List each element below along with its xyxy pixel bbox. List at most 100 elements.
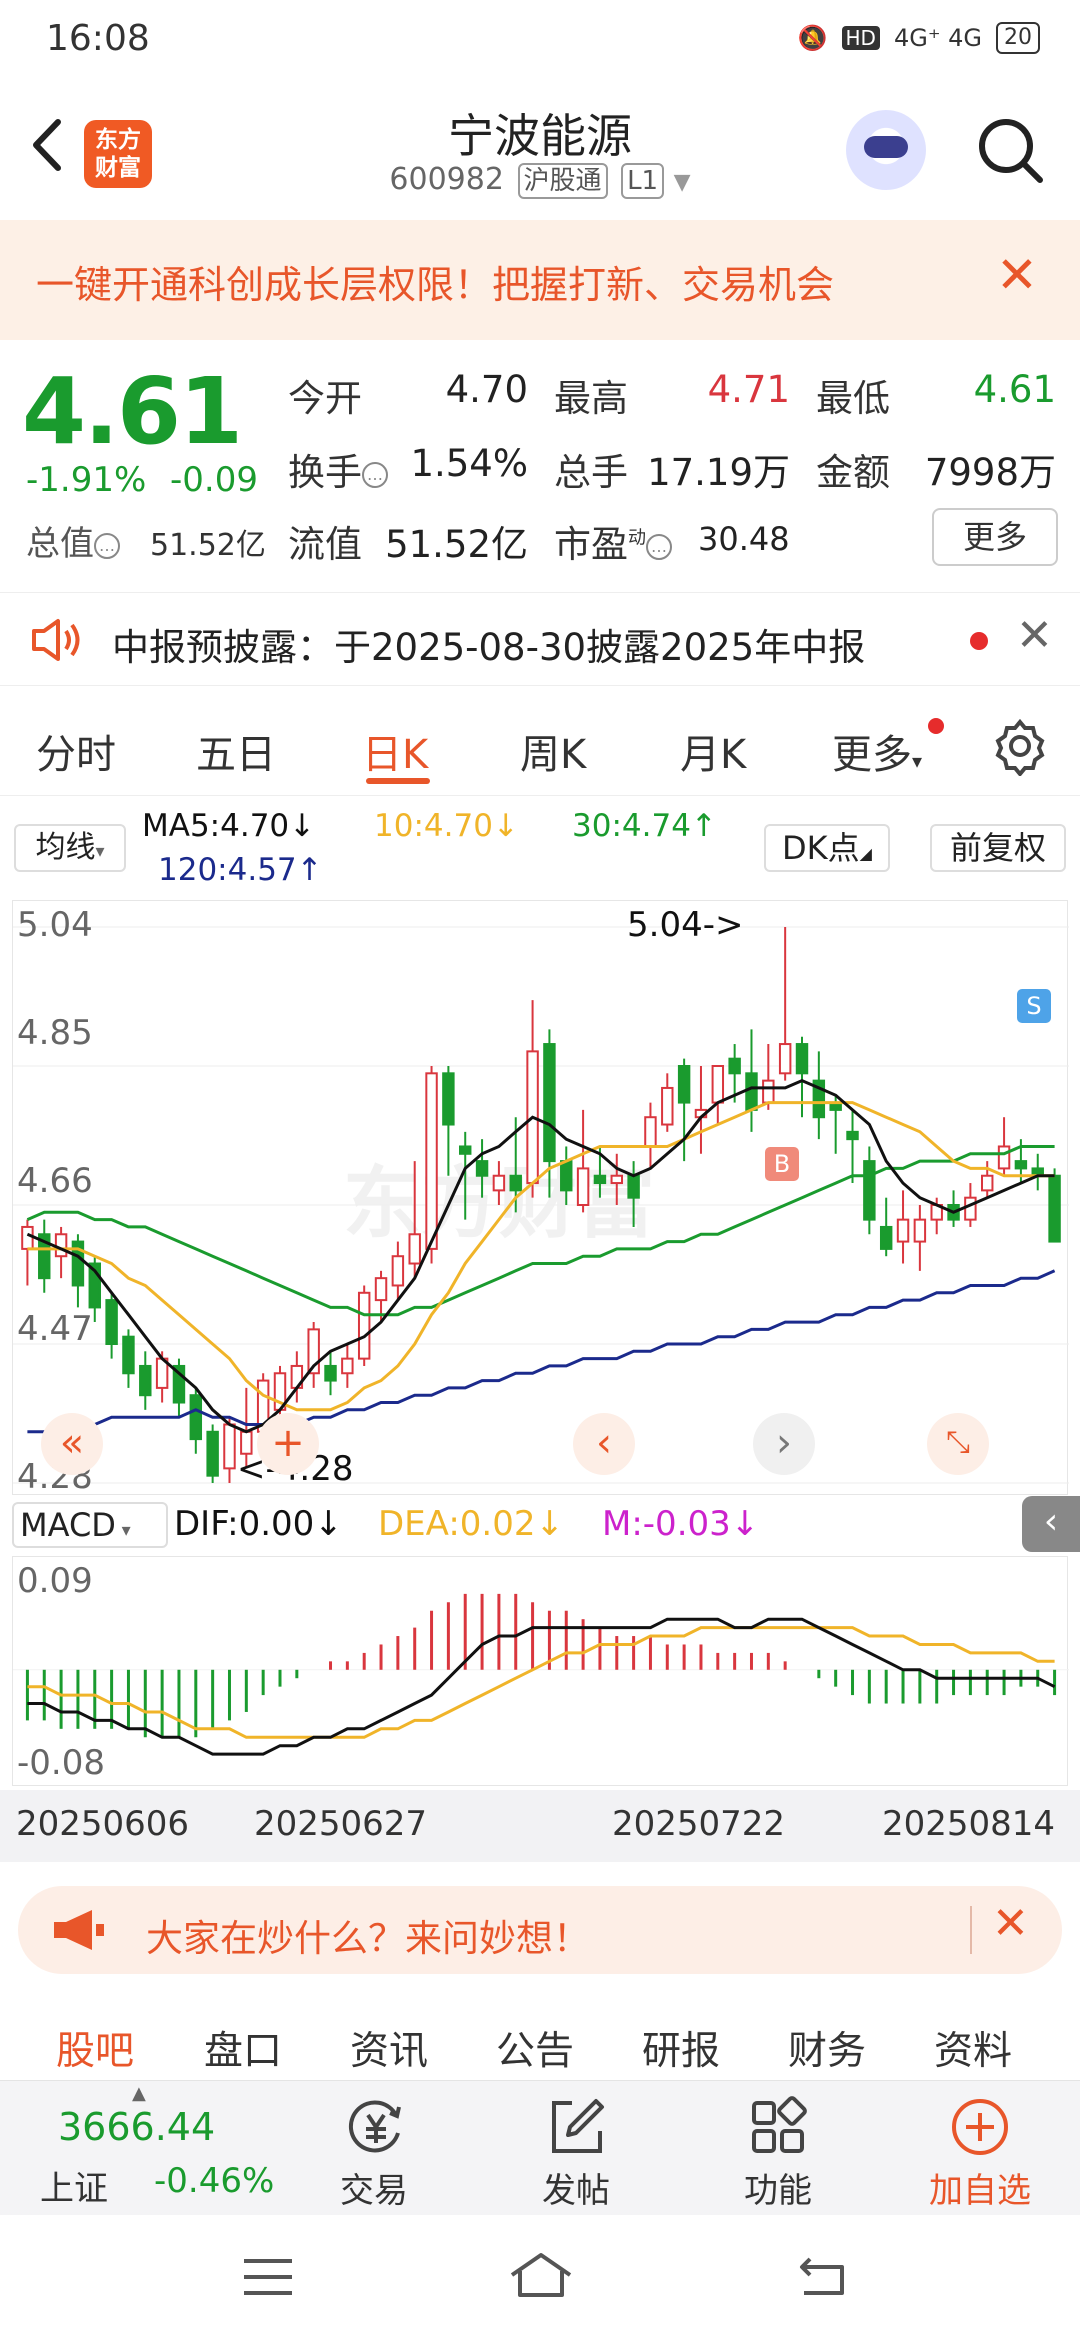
ask-text: 大家在炒什么？来问妙想！ bbox=[146, 1917, 590, 1960]
date-label: 20250627 bbox=[254, 1804, 428, 1844]
candle-body bbox=[728, 1057, 741, 1075]
candle-body bbox=[206, 1430, 219, 1477]
sell-tag[interactable]: S bbox=[1017, 989, 1051, 1023]
macd-chart[interactable]: 0.09 -0.08 bbox=[12, 1556, 1069, 1786]
turnover-label[interactable]: 换手… bbox=[288, 442, 388, 496]
tab-news[interactable]: 资讯 bbox=[350, 2020, 428, 2076]
candle-body bbox=[341, 1357, 354, 1375]
buy-tag[interactable]: B bbox=[765, 1147, 799, 1181]
candle-body bbox=[762, 1079, 775, 1104]
tab-announcements[interactable]: 公告 bbox=[496, 2020, 574, 2076]
new-dot bbox=[928, 718, 944, 734]
fullscreen-icon[interactable]: ⤡ bbox=[927, 1413, 989, 1475]
search-icon[interactable] bbox=[970, 110, 1050, 190]
candle-body bbox=[913, 1218, 927, 1243]
ma30-value: 30:4.74↑ bbox=[572, 808, 717, 844]
trade-label: 交易 bbox=[340, 2171, 408, 2211]
close-icon[interactable]: ✕ bbox=[996, 250, 1038, 300]
tab-daily-k[interactable]: 日K bbox=[362, 722, 428, 780]
tab-weekly-k[interactable]: 周K bbox=[520, 722, 586, 780]
candlestick-svg bbox=[13, 926, 1069, 1484]
candle-body bbox=[1048, 1174, 1061, 1243]
mute-icon: 🔕 bbox=[797, 24, 828, 52]
edit-icon bbox=[552, 2099, 604, 2153]
mktcap-label[interactable]: 总值… bbox=[26, 516, 120, 565]
candle-body bbox=[105, 1299, 118, 1345]
chevron-down-icon: ▾ bbox=[912, 749, 923, 773]
tab-more[interactable]: 更多▾ bbox=[832, 722, 922, 780]
dif-line bbox=[27, 1617, 1056, 1756]
index-value[interactable]: 3666.44 bbox=[58, 2105, 215, 2149]
add-watchlist-button[interactable]: 加自选 bbox=[900, 2081, 1060, 2216]
open-value: 4.70 bbox=[445, 368, 528, 411]
change-percent: -1.91% bbox=[26, 460, 147, 500]
tab-monthly-k[interactable]: 月K bbox=[680, 722, 746, 780]
candle-body bbox=[593, 1174, 607, 1185]
candle-body bbox=[711, 1065, 725, 1104]
tab-research[interactable]: 研报 bbox=[642, 2020, 720, 2076]
info-icon: … bbox=[362, 461, 388, 488]
corner-arrow-icon: ◢ bbox=[859, 844, 872, 863]
add-watchlist-label: 加自选 bbox=[929, 2171, 1031, 2211]
tab-five-day[interactable]: 五日 bbox=[196, 722, 276, 780]
megaphone-icon bbox=[54, 1910, 104, 1950]
post-button[interactable]: 发帖 bbox=[496, 2081, 656, 2216]
candle-body bbox=[374, 1277, 388, 1302]
info-icon: … bbox=[646, 533, 672, 560]
tab-timeshare[interactable]: 分时 bbox=[36, 722, 116, 780]
tab-pankou[interactable]: 盘口 bbox=[204, 2020, 282, 2076]
zoom-in-icon[interactable]: + bbox=[257, 1413, 319, 1475]
candle-body bbox=[425, 1072, 438, 1250]
trade-button[interactable]: 交易 bbox=[294, 2081, 454, 2216]
robot-assistant-icon[interactable] bbox=[846, 110, 926, 190]
plus-circle-icon bbox=[952, 2099, 1008, 2155]
candlestick-chart[interactable]: 东方财富 5.04 4.85 4.66 4.47 4.28 5.04-> <-4… bbox=[12, 900, 1069, 1497]
candle-body bbox=[795, 1043, 809, 1075]
chevron-down-icon: ▾ bbox=[115, 1520, 131, 1541]
menu-icon[interactable] bbox=[240, 2255, 296, 2299]
candle-body bbox=[981, 1174, 994, 1192]
ma10-line bbox=[27, 1101, 1055, 1412]
candle-body bbox=[627, 1174, 640, 1199]
dea-value: DEA:0.02↓ bbox=[378, 1504, 564, 1544]
active-tab-indicator bbox=[366, 778, 430, 784]
functions-button[interactable]: 功能 bbox=[698, 2081, 858, 2216]
yuan-circle-icon bbox=[348, 2100, 401, 2153]
notice-bar[interactable]: 中报预披露：于2025-08-30披露2025年中报 bbox=[0, 592, 1080, 686]
back-icon[interactable] bbox=[796, 2251, 852, 2299]
pe-label[interactable]: 市盈动… bbox=[554, 514, 672, 568]
functions-label: 功能 bbox=[744, 2171, 812, 2211]
indicator-selector[interactable]: 均线▾ bbox=[14, 824, 126, 872]
chevron-down-icon: ▼ bbox=[673, 170, 691, 195]
dif-value: DIF:0.00↓ bbox=[174, 1504, 343, 1544]
date-label: 20250722 bbox=[612, 1804, 786, 1844]
home-icon[interactable] bbox=[506, 2249, 576, 2301]
macd-y-top: 0.09 bbox=[17, 1561, 93, 1601]
zoom-out-icon[interactable]: « bbox=[41, 1413, 103, 1475]
dea-line bbox=[27, 1626, 1055, 1739]
close-icon[interactable]: ✕ bbox=[1016, 614, 1053, 658]
scroll-left-icon[interactable]: ‹ bbox=[573, 1413, 635, 1475]
notice-text: 中报预披露：于2025-08-30披露2025年中报 bbox=[112, 626, 866, 669]
scroll-right-icon[interactable]: › bbox=[753, 1413, 815, 1475]
candle-body bbox=[677, 1065, 691, 1104]
collapse-icon[interactable]: ‹ bbox=[1022, 1496, 1080, 1552]
promo-banner[interactable]: 一键开通科创成长层权限！把握打新、交易机会 ✕ bbox=[0, 220, 1080, 340]
adjust-button[interactable]: 前复权 bbox=[930, 824, 1066, 872]
candle-body bbox=[475, 1160, 489, 1177]
more-button[interactable]: 更多 bbox=[932, 508, 1058, 566]
candle-body bbox=[644, 1116, 657, 1148]
tab-profile[interactable]: 资料 bbox=[934, 2020, 1012, 2076]
macd-selector[interactable]: MACD ▾ bbox=[12, 1502, 168, 1548]
date-axis: 20250606 20250627 20250722 20250814 bbox=[0, 1790, 1080, 1862]
tab-finance[interactable]: 财务 bbox=[788, 2020, 866, 2076]
dk-point-button[interactable]: DK点◢ bbox=[764, 824, 890, 872]
candle-body bbox=[997, 1145, 1011, 1170]
close-icon[interactable]: ✕ bbox=[992, 1898, 1029, 1949]
candle-body bbox=[745, 1072, 758, 1111]
settings-icon[interactable] bbox=[990, 716, 1050, 776]
tab-guba[interactable]: 股吧 bbox=[56, 2020, 134, 2076]
date-label: 20250606 bbox=[16, 1804, 190, 1844]
status-bar: 16:08 🔕 HD 4G⁺ 4G 20 bbox=[0, 0, 1080, 80]
ask-bar[interactable]: 大家在炒什么？来问妙想！ ✕ bbox=[18, 1886, 1062, 1974]
